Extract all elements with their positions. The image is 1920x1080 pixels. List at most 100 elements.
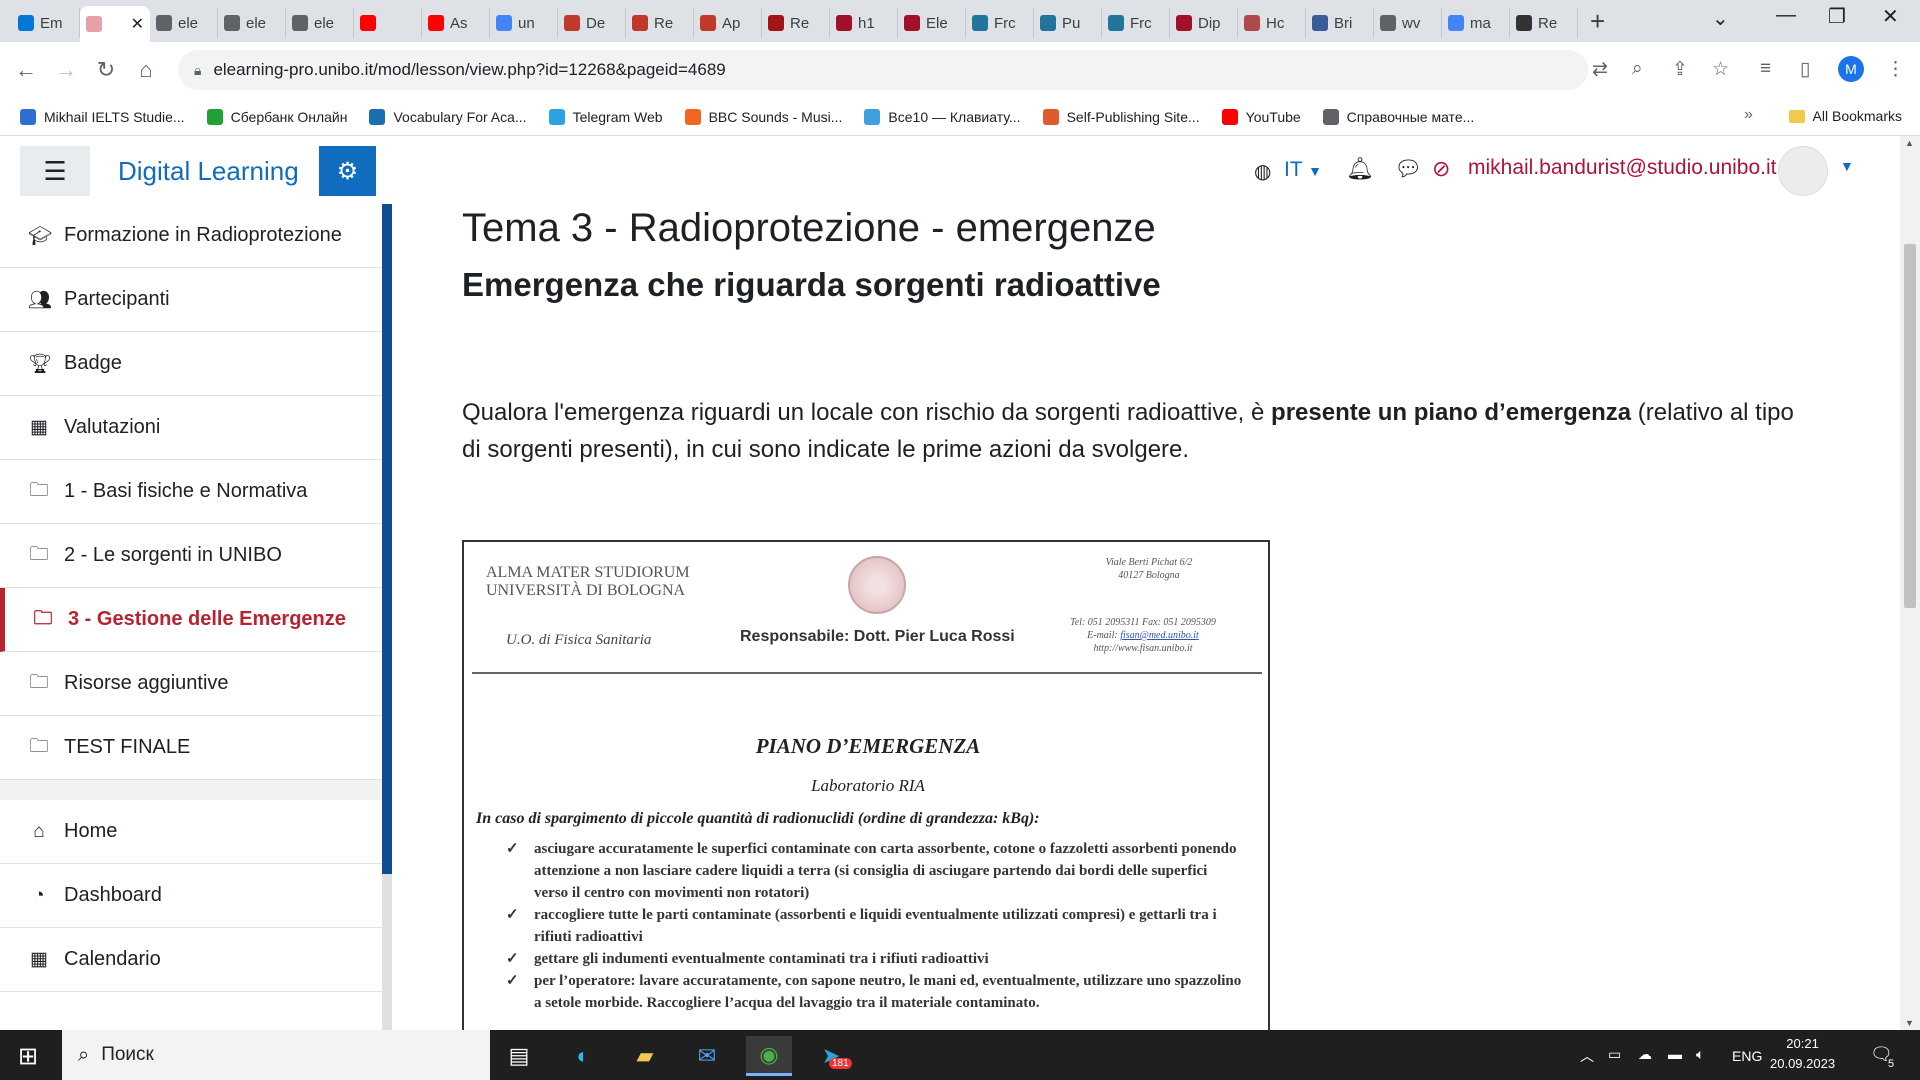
new-tab-icon[interactable]: + — [1590, 6, 1605, 36]
profile-avatar[interactable]: M — [1838, 56, 1864, 82]
browser-tab[interactable]: Dip — [1170, 8, 1238, 38]
tab-search-icon[interactable]: ⌄ — [1712, 6, 1729, 31]
page-scrollbar-thumb[interactable] — [1904, 244, 1916, 608]
language-menu[interactable]: IT ▼ — [1256, 158, 1322, 182]
side-panel-icon[interactable]: ▯ — [1800, 58, 1810, 81]
browser-tab[interactable]: Frc — [966, 8, 1034, 38]
browser-tab[interactable]: Em — [12, 8, 80, 38]
network-icon[interactable]: ▭ — [1608, 1046, 1621, 1063]
task-view-icon[interactable]: ▤ — [496, 1036, 542, 1076]
battery-icon[interactable]: ▬ — [1668, 1046, 1682, 1062]
browser-tab[interactable]: Pu — [1034, 8, 1102, 38]
mail-icon[interactable]: ✉ — [684, 1036, 730, 1076]
browser-tab[interactable]: Hc — [1238, 8, 1306, 38]
sidebar-item[interactable]: 🏆︎ Badge — [0, 332, 382, 396]
taskbar-search[interactable]: ⌕ Поиск — [62, 1030, 490, 1080]
site-name-link[interactable]: Digital Learning — [118, 156, 299, 187]
logout-lock-icon[interactable]: ⊘ — [1432, 156, 1450, 182]
browser-tab[interactable]: ele — [150, 8, 218, 38]
bookmark-item[interactable]: Telegram Web — [548, 108, 663, 125]
bookmark-item[interactable]: Сбербанк Онлайн — [206, 108, 347, 125]
bookmark-item[interactable]: Справочные мате... — [1322, 108, 1474, 125]
input-language[interactable]: ENG — [1732, 1048, 1762, 1064]
browser-tab[interactable]: As — [422, 8, 490, 38]
browser-tab[interactable]: un — [490, 8, 558, 38]
drawer-toggle-button[interactable]: ☰ — [20, 146, 90, 196]
browser-tab[interactable]: h1 — [830, 8, 898, 38]
notifications-bell-icon[interactable]: 🔔︎ — [1346, 156, 1374, 182]
share-icon[interactable]: ⇪ — [1672, 58, 1688, 81]
browser-tab[interactable]: Frc — [1102, 8, 1170, 38]
file-explorer-icon[interactable]: ▰ — [622, 1036, 668, 1076]
browser-tab[interactable]: Re — [762, 8, 830, 38]
address-bar[interactable]: 🔒︎ elearning-pro.unibo.it/mod/lesson/vie… — [178, 50, 1588, 90]
more-bookmarks-icon[interactable]: » — [1744, 106, 1753, 124]
taskbar-clock[interactable]: 20:21 20.09.2023 — [1770, 1034, 1835, 1074]
site-info-icon[interactable]: 🔒︎ — [194, 62, 201, 79]
translate-icon[interactable]: ⇄ — [1592, 58, 1608, 81]
bookmark-item[interactable]: Все10 — Клавиату... — [864, 108, 1021, 125]
scroll-up-icon[interactable]: ▲ — [1905, 138, 1914, 148]
scroll-down-icon[interactable]: ▼ — [1905, 1018, 1914, 1028]
unibo-icon — [632, 15, 648, 31]
browser-tab[interactable]: ✕ — [80, 6, 150, 42]
reading-list-icon[interactable]: ≡ — [1760, 58, 1771, 80]
messages-icon[interactable]: 💬︎ — [1394, 156, 1422, 182]
bookmark-item[interactable]: Self-Publishing Site... — [1042, 108, 1200, 125]
drawer-scrollbar[interactable] — [382, 204, 392, 1030]
back-icon[interactable]: ← — [6, 57, 46, 83]
volume-icon[interactable]: 🔈︎ — [1696, 1046, 1704, 1063]
browser-tab[interactable]: Ap — [694, 8, 762, 38]
chrome-taskbar-icon[interactable]: ◉ — [746, 1036, 792, 1076]
close-window-icon[interactable]: ✕ — [1882, 4, 1899, 29]
edge-icon[interactable]: ◐ — [560, 1036, 606, 1076]
browser-tab[interactable]: ma — [1442, 8, 1510, 38]
windows-start-icon[interactable]: ⊞ — [18, 1042, 38, 1071]
bookmark-item[interactable]: Mikhail IELTS Studie... — [20, 108, 185, 125]
user-menu-caret-icon[interactable]: ▼ — [1840, 158, 1854, 174]
all-bookmarks-button[interactable]: All Bookmarks — [1788, 108, 1902, 124]
settings-cog-button[interactable]: ⚙ — [319, 146, 376, 196]
sidebar-item[interactable]: ▦ Valutazioni — [0, 396, 382, 460]
reload-icon[interactable]: ↻ — [86, 57, 126, 83]
browser-tab[interactable]: Re — [1510, 8, 1578, 38]
sidebar-item[interactable]: ▦ Calendario — [0, 928, 382, 992]
browser-tab[interactable]: Bri — [1306, 8, 1374, 38]
telegram-taskbar-icon[interactable]: ➤ — [808, 1036, 854, 1076]
user-menu-email[interactable]: mikhail.bandurist@studio.unibo.it — [1468, 156, 1776, 180]
browser-tab[interactable]: ele — [218, 8, 286, 38]
sidebar-item[interactable]: 👥︎ Partecipanti — [0, 268, 382, 332]
sidebar-item-partial[interactable] — [0, 992, 382, 1030]
forward-icon[interactable]: → — [46, 57, 86, 83]
maximize-icon[interactable]: ❐ — [1828, 4, 1846, 29]
sidebar-item[interactable]: ⌂ Home — [0, 800, 382, 864]
url-text[interactable]: elearning-pro.unibo.it/mod/lesson/view.p… — [213, 60, 725, 80]
sidebar-item[interactable]: 🗀 Risorse aggiuntive — [0, 652, 382, 716]
bookmark-item[interactable]: BBC Sounds - Musi... — [684, 108, 842, 125]
browser-tab[interactable]: ele — [286, 8, 354, 38]
browser-tab[interactable]: wv — [1374, 8, 1442, 38]
close-tab-icon[interactable]: ✕ — [131, 14, 144, 34]
minimize-icon[interactable]: — — [1776, 4, 1796, 27]
sidebar-item[interactable]: 🗀 2 - Le sorgenti in UNIBO — [0, 524, 382, 588]
sidebar-item[interactable]: 🗀 TEST FINALE — [0, 716, 382, 780]
bookmark-star-icon[interactable]: ☆ — [1712, 58, 1729, 81]
sidebar-item[interactable]: 🗀 1 - Basi fisiche e Normativa — [0, 460, 382, 524]
chrome-menu-icon[interactable]: ⋮ — [1886, 58, 1905, 81]
bookmark-item[interactable]: Vocabulary For Aca... — [369, 108, 527, 125]
drawer-scrollbar-thumb[interactable] — [382, 204, 392, 874]
page-scrollbar[interactable]: ▲ ▼ — [1900, 136, 1920, 1030]
user-avatar[interactable] — [1778, 146, 1828, 196]
sidebar-item[interactable]: 🗀 3 - Gestione delle Emergenze — [0, 588, 382, 652]
tray-overflow-icon[interactable]: ︿ — [1580, 1046, 1594, 1066]
onedrive-icon[interactable]: ☁ — [1638, 1046, 1652, 1063]
sidebar-item[interactable]: ◔ Dashboard — [0, 864, 382, 928]
browser-tab[interactable]: Re — [626, 8, 694, 38]
browser-tab[interactable]: De — [558, 8, 626, 38]
browser-tab[interactable] — [354, 8, 422, 38]
zoom-icon[interactable]: ⌕ — [1632, 58, 1643, 80]
home-icon[interactable]: ⌂ — [126, 57, 166, 83]
bookmark-item[interactable]: YouTube — [1221, 108, 1301, 125]
browser-tab[interactable]: Ele — [898, 8, 966, 38]
sidebar-item[interactable]: 🎓︎ Formazione in Radioprotezione — [0, 204, 382, 268]
